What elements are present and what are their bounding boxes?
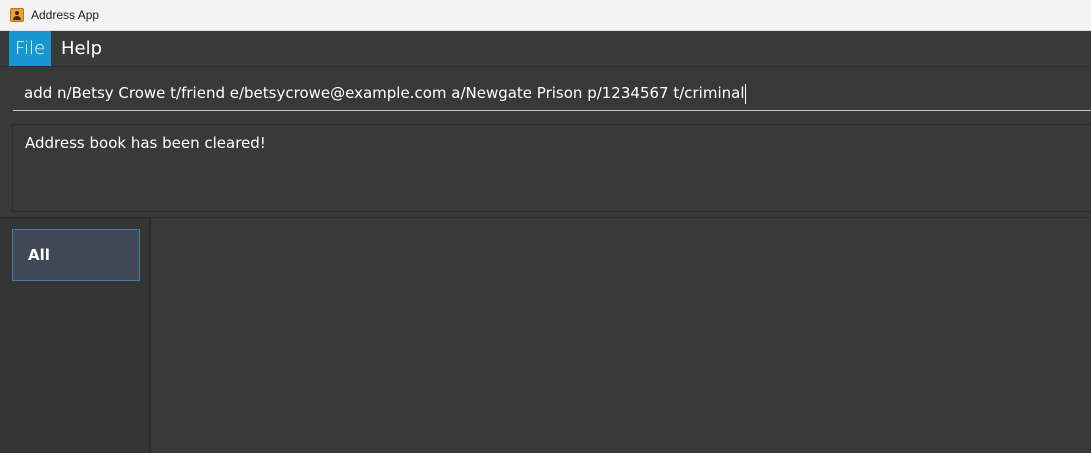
filter-item-label: All xyxy=(28,246,50,264)
result-display[interactable]: Address book has been cleared! xyxy=(12,124,1091,212)
menu-help[interactable]: Help xyxy=(61,31,102,66)
text-caret xyxy=(744,83,746,104)
menu-bar: File Help xyxy=(0,31,1091,66)
command-box: add n/Betsy Crowe t/friend e/betsycrowe@… xyxy=(0,66,1091,118)
command-text: add n/Betsy Crowe t/friend e/betsycrowe@… xyxy=(24,84,745,102)
command-input[interactable]: add n/Betsy Crowe t/friend e/betsycrowe@… xyxy=(13,77,1091,111)
app-window: Address App File Help add n/Betsy Crowe … xyxy=(0,0,1091,453)
result-message: Address book has been cleared! xyxy=(25,134,266,152)
address-book-icon xyxy=(10,8,24,22)
filter-sidebar: All xyxy=(0,218,151,453)
filter-item-all[interactable]: All xyxy=(12,229,140,281)
person-list-panel[interactable] xyxy=(151,218,1091,453)
title-bar[interactable]: Address App xyxy=(0,0,1091,31)
menu-file[interactable]: File xyxy=(9,31,51,66)
window-title: Address App xyxy=(31,8,100,22)
